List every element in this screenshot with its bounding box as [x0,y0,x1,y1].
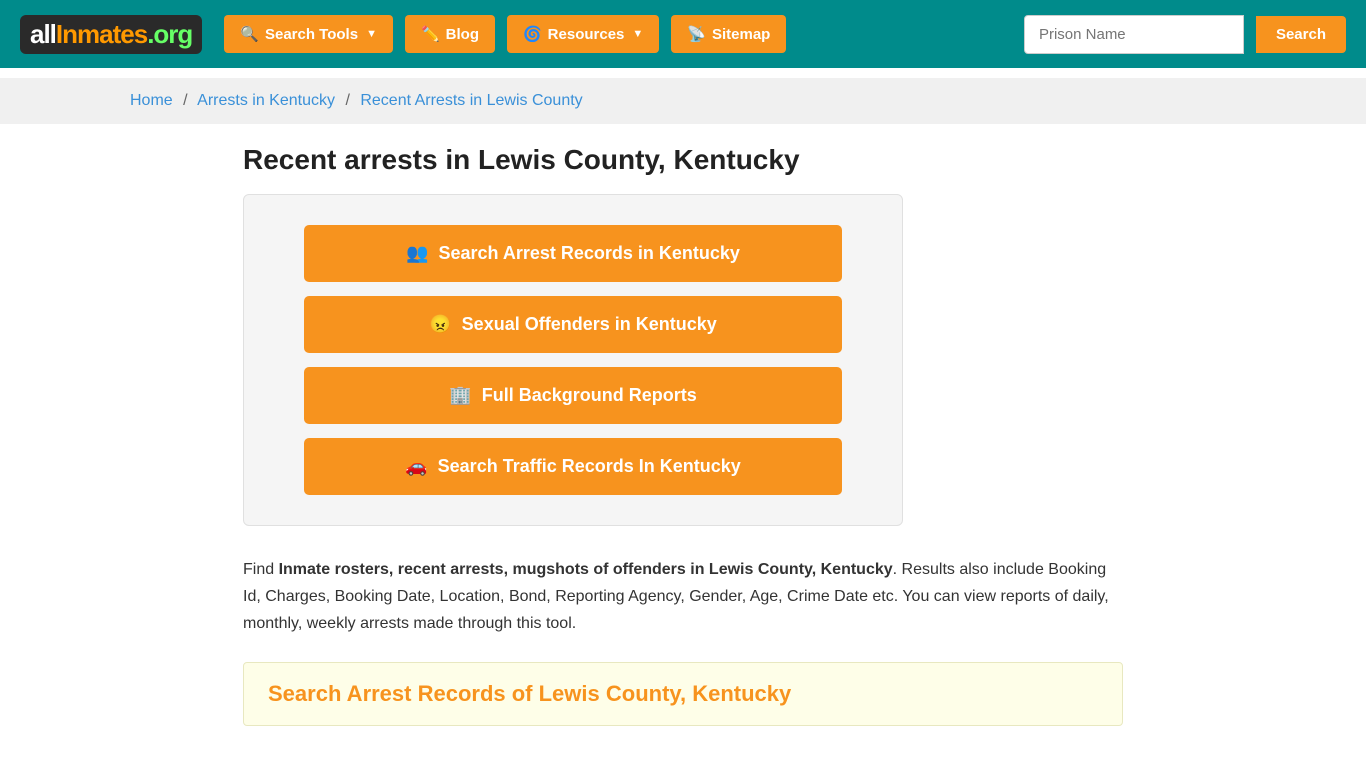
background-reports-button[interactable]: 🏢 Full Background Reports [304,367,842,424]
chevron-down-icon: ▼ [366,28,377,40]
description-intro: Find [243,561,279,578]
page-title: Recent arrests in Lewis County, Kentucky [243,144,1123,176]
traffic-records-button[interactable]: 🚗 Search Traffic Records In Kentucky [304,438,842,495]
prison-search-button[interactable]: Search [1256,16,1346,53]
prison-search-input[interactable] [1024,15,1244,54]
sex-offenders-label: Sexual Offenders in Kentucky [462,314,717,335]
sitemap-icon: 📡 [687,25,706,43]
nav-sitemap-label: Sitemap [712,26,770,43]
arrest-records-button[interactable]: 👥 Search Arrest Records in Kentucky [304,225,842,282]
breadcrumb-home[interactable]: Home [130,92,173,109]
logo-org: .org [147,19,192,49]
search-button-label: Search [1276,26,1326,43]
action-buttons-container: 👥 Search Arrest Records in Kentucky 😠 Se… [243,194,903,526]
nav-search-tools-label: Search Tools [265,26,358,43]
main-content: Recent arrests in Lewis County, Kentucky… [223,124,1143,746]
nav-search-tools[interactable]: 🔍 Search Tools ▼ [224,15,393,53]
nav-resources-label: Resources [548,26,625,43]
site-logo[interactable]: allInmates.org [20,15,202,54]
nav-blog[interactable]: ✏️ Blog [405,15,495,53]
blog-icon: ✏️ [421,25,440,43]
breadcrumb-sep-2: / [345,92,349,109]
site-header: allInmates.org 🔍 Search Tools ▼ ✏️ Blog … [0,0,1366,68]
nav-resources[interactable]: 🌀 Resources ▼ [507,15,659,53]
breadcrumb: Home / Arrests in Kentucky / Recent Arre… [0,78,1366,124]
offender-icon: 😠 [429,314,451,335]
search-records-title: Search Arrest Records of Lewis County, K… [268,681,1098,707]
search-records-section: Search Arrest Records of Lewis County, K… [243,662,1123,726]
sex-offenders-button[interactable]: 😠 Sexual Offenders in Kentucky [304,296,842,353]
breadcrumb-sep-1: / [183,92,187,109]
description-bold: Inmate rosters, recent arrests, mugshots… [279,561,893,578]
people-icon: 👥 [406,243,428,264]
nav-sitemap[interactable]: 📡 Sitemap [671,15,786,53]
chevron-down-icon-2: ▼ [632,28,643,40]
search-tools-icon: 🔍 [240,25,259,43]
traffic-records-label: Search Traffic Records In Kentucky [438,456,741,477]
description-paragraph: Find Inmate rosters, recent arrests, mug… [243,556,1123,638]
nav-blog-label: Blog [446,26,479,43]
background-reports-label: Full Background Reports [482,385,697,406]
resources-icon: 🌀 [523,25,542,43]
logo-inmates: Inmates [56,19,147,49]
breadcrumb-arrests-kentucky[interactable]: Arrests in Kentucky [197,92,335,109]
arrest-records-label: Search Arrest Records in Kentucky [438,243,739,264]
logo-all: all [30,19,56,49]
building-icon: 🏢 [449,385,471,406]
breadcrumb-current: Recent Arrests in Lewis County [360,92,582,109]
car-icon: 🚗 [405,456,427,477]
